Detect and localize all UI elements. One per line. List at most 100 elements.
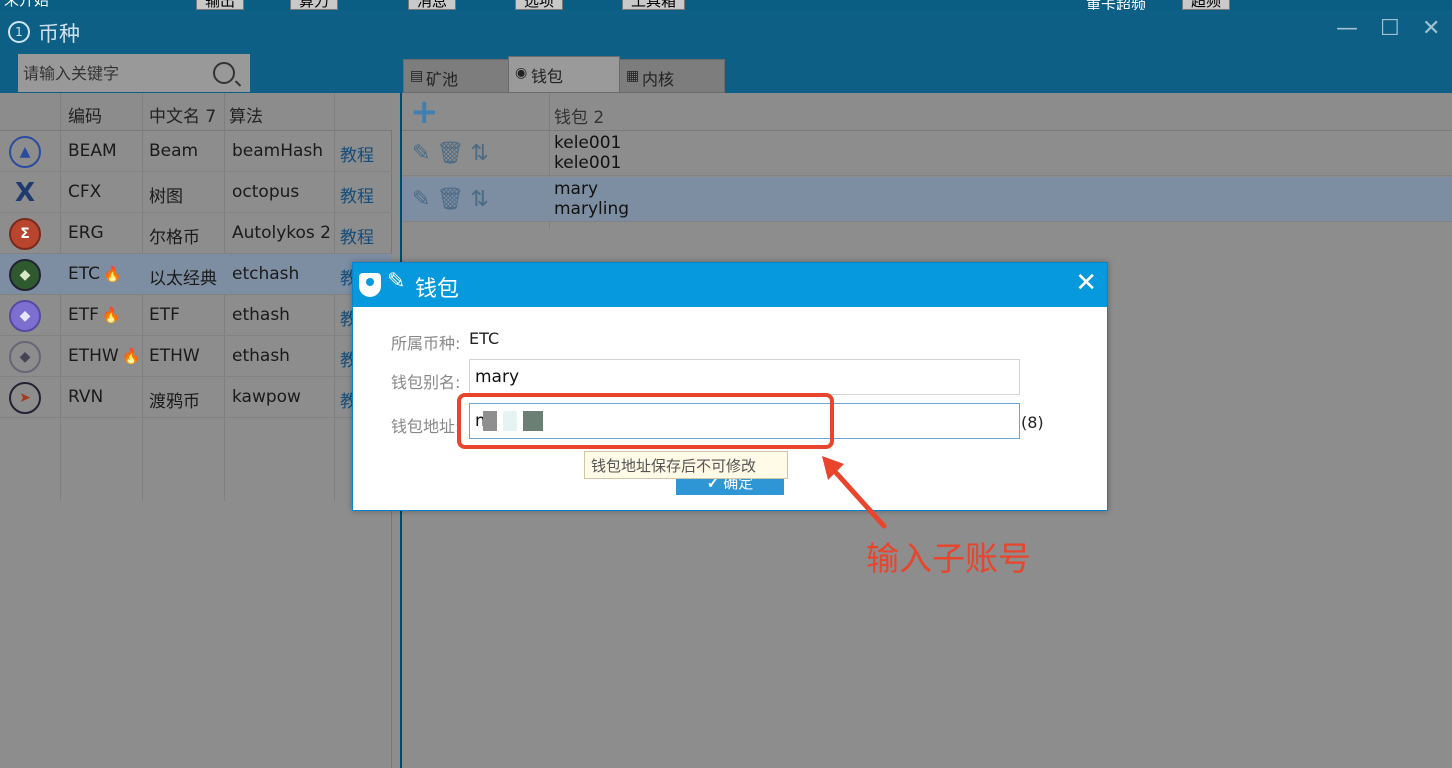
coin-cn-name: 以太经典 (149, 269, 217, 289)
close-icon[interactable]: ✕ (1075, 269, 1097, 297)
address-tooltip: 钱包地址保存后不可修改 (584, 451, 788, 479)
coin-code-text: ETC (68, 264, 100, 284)
close-window-button[interactable]: ✕ (1422, 16, 1440, 41)
messages-button[interactable]: 消息 (408, 0, 457, 10)
wallet-row[interactable]: ✎🗑⇅ kele001 kele001 (402, 131, 1452, 176)
toolbox-button[interactable]: 工具箱 (622, 0, 686, 10)
coin-cn-name: Beam (149, 141, 199, 161)
coin-code: ERG (68, 223, 104, 243)
options-button[interactable]: 选项 (515, 0, 564, 10)
wallet-address: maryling (554, 199, 630, 219)
alias-field[interactable] (469, 359, 1020, 395)
coin-row-etf[interactable]: ◆ ETF 🔥 ETF ethash 教 (0, 295, 392, 336)
tab-label: 钱包 (531, 67, 564, 86)
tutorial-link[interactable]: 教程 (340, 182, 374, 207)
coin-row-rvn[interactable]: ➤ RVN 渡鸦币 kawpow 教 (0, 377, 392, 418)
coin-cn-name: 尔格币 (149, 228, 200, 248)
dialog-title-bar: ✎ 钱包 ✕ (353, 263, 1107, 307)
wallet-row[interactable]: ✎🗑⇅ mary maryling (402, 177, 1452, 222)
coin-code: BEAM (68, 141, 117, 161)
header-algo[interactable]: 算法 (229, 102, 263, 127)
coin-code-text: ETF (68, 305, 99, 325)
wallet-list-header: + 钱包 2 (402, 93, 1452, 131)
hashrate-button[interactable]: 算力 (290, 0, 339, 10)
tab-wallet[interactable]: ◉ 钱包 (508, 56, 620, 93)
window-badge-icon: 1 (8, 21, 30, 43)
beam-coin-icon: ▲ (9, 136, 41, 168)
coin-code: ETHW 🔥 (68, 346, 140, 366)
coin-algo: ethash (232, 305, 290, 325)
wallet-alias: mary (554, 179, 599, 199)
coin-algo: etchash (232, 264, 300, 284)
pencil-icon: ✎ (387, 269, 406, 294)
alias-label: 钱包别名: (391, 373, 461, 392)
coin-cn-name: 树图 (149, 187, 183, 207)
tab-label: 内核 (642, 70, 675, 89)
etc-coin-icon: ◆ (9, 259, 41, 291)
maximize-button[interactable]: ☐ (1380, 16, 1400, 41)
coin-algo: octopus (232, 182, 300, 202)
address-length-count: (8) (1021, 413, 1044, 432)
wallet-row-actions[interactable]: ✎🗑⇅ (412, 187, 495, 212)
minimize-button[interactable]: — (1336, 16, 1358, 41)
coin-row-cfx[interactable]: X CFX 树图 octopus 教程 (0, 172, 392, 213)
fire-icon: 🔥 (101, 306, 121, 324)
coin-algo: Autolykos 2 (232, 223, 331, 243)
coin-cn-name: ETF (149, 305, 180, 325)
annotation-arrow-icon (822, 456, 887, 529)
search-icon[interactable] (213, 62, 235, 84)
wallet-row-actions[interactable]: ✎🗑⇅ (412, 141, 495, 166)
coin-cn-name: 渡鸦币 (149, 392, 200, 412)
address-label: 钱包地址: (391, 417, 461, 436)
coin-code-text: ETHW (68, 346, 119, 366)
wallet-alias: kele001 (554, 133, 622, 153)
fire-icon: 🔥 (103, 265, 122, 283)
coin-algo: ethash (232, 346, 290, 366)
erg-coin-icon: Σ (9, 218, 41, 250)
coin-row-etc[interactable]: ◆ ETC 🔥 以太经典 etchash 教 (0, 254, 392, 295)
coin-algo: beamHash (232, 141, 324, 161)
coin-row-erg[interactable]: Σ ERG 尔格币 Autolykos 2 教程 (0, 213, 392, 254)
header-code[interactable]: 编码 (68, 102, 102, 127)
tab-label: 矿池 (426, 70, 459, 89)
coin-code: CFX (68, 182, 102, 202)
coin-code: ETC 🔥 (68, 264, 122, 284)
overclock-checkbox[interactable]: 重卡超频 (1086, 0, 1146, 10)
annotation-highlight-box (457, 393, 834, 449)
shield-icon (359, 273, 381, 297)
tutorial-link[interactable]: 教程 (340, 223, 374, 248)
coin-row-ethw[interactable]: ◆ ETHW 🔥 ETHW ethash 教 (0, 336, 392, 377)
wallet-shield-icon: ◉ (515, 65, 528, 81)
annotation-text: 输入子账号 (866, 539, 1031, 578)
wallet-address: kele001 (554, 153, 622, 173)
coin-label: 所属币种: (391, 334, 461, 353)
cfx-coin-icon: X (14, 178, 36, 208)
coin-row-beam[interactable]: ▲ BEAM Beam beamHash 教程 (0, 131, 392, 172)
search-input[interactable] (23, 59, 203, 87)
background-toolbar: 未开始 输出 算力 消息 选项 工具箱 重卡超频 超频 (0, 0, 1452, 10)
coin-algo: kawpow (232, 387, 301, 407)
wallet-dialog: ✎ 钱包 ✕ 所属币种: ETC 钱包别名: 钱包地址: (8) ✓确定 钱包地… (352, 262, 1108, 511)
add-wallet-icon[interactable]: + (410, 95, 439, 129)
tab-kernel[interactable]: ▦ 内核 (619, 59, 725, 93)
etf-coin-icon: ◆ (9, 300, 41, 332)
tutorial-link[interactable]: 教程 (340, 141, 374, 166)
header-cn-name[interactable]: 中文名 7 (149, 102, 216, 127)
dialog-title: 钱包 (415, 277, 460, 302)
coin-value: ETC (469, 329, 500, 348)
ethw-coin-icon: ◆ (9, 341, 41, 373)
search-box (18, 54, 250, 92)
overclock-button[interactable]: 超频 (1182, 0, 1231, 10)
wallet-column-header: 钱包 2 (554, 108, 605, 128)
fire-icon: 🔥 (121, 347, 141, 365)
rvn-coin-icon: ➤ (9, 382, 41, 414)
status-label: 未开始 (0, 0, 58, 10)
tab-pool[interactable]: ▤ 矿池 (403, 59, 509, 93)
coin-cn-name: ETHW (149, 346, 200, 366)
window-title: 币种 (38, 22, 80, 46)
coin-list: 编码 中文名 7 算法 ▲ BEAM Beam beamHash 教程 X CF… (0, 93, 392, 768)
title-bar: 1 币种 — ☐ ✕ ▤ 矿池 ◉ 钱包 ▦ 内核 (0, 10, 1452, 93)
coin-code: RVN (68, 387, 104, 407)
coin-code: ETF 🔥 (68, 305, 121, 325)
output-button[interactable]: 输出 (196, 0, 245, 10)
